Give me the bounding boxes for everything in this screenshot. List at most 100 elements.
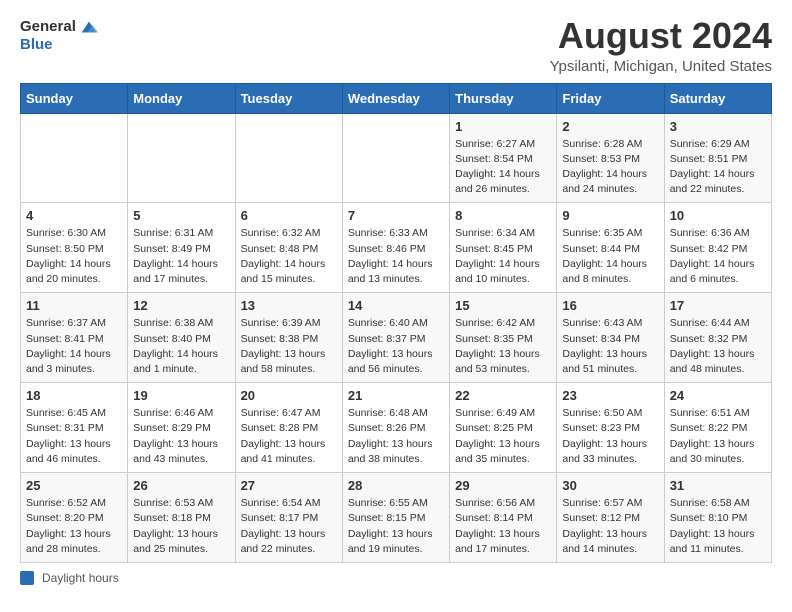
subtitle: Ypsilanti, Michigan, United States [550, 58, 772, 75]
day-info: Sunrise: 6:52 AMSunset: 8:20 PMDaylight:… [26, 496, 122, 557]
day-number: 18 [26, 388, 122, 403]
day-number: 11 [26, 298, 122, 313]
day-number: 1 [455, 119, 551, 134]
day-info: Sunrise: 6:30 AMSunset: 8:50 PMDaylight:… [26, 226, 122, 287]
calendar-cell: 11 Sunrise: 6:37 AMSunset: 8:41 PMDayligh… [21, 293, 128, 383]
calendar-cell: 13 Sunrise: 6:39 AMSunset: 8:38 PMDayligh… [235, 293, 342, 383]
day-info: Sunrise: 6:57 AMSunset: 8:12 PMDaylight:… [562, 496, 658, 557]
title-block: August 2024 Ypsilanti, Michigan, United … [550, 16, 772, 75]
calendar-cell: 10Sunrise: 6:36 AMSunset: 8:42 PMDayligh… [664, 203, 771, 293]
calendar-cell: 20Sunrise: 6:47 AMSunset: 8:28 PMDayligh… [235, 383, 342, 473]
day-info: Sunrise: 6:35 AMSunset: 8:44 PMDaylight:… [562, 226, 658, 287]
day-info: Sunrise: 6:34 AMSunset: 8:45 PMDaylight:… [455, 226, 551, 287]
day-number: 16 [562, 298, 658, 313]
calendar-cell: 15Sunrise: 6:42 AMSunset: 8:35 PMDayligh… [450, 293, 557, 383]
calendar-week-row: 1 Sunrise: 6:27 AMSunset: 8:54 PMDaylight… [21, 113, 772, 203]
day-info: Sunrise: 6:48 AMSunset: 8:26 PMDaylight:… [348, 406, 444, 467]
day-number: 28 [348, 478, 444, 493]
day-info: Sunrise: 6:33 AMSunset: 8:46 PMDaylight:… [348, 226, 444, 287]
day-number: 9 [562, 208, 658, 223]
calendar-header-cell: Saturday [664, 83, 771, 113]
calendar-cell: 5 Sunrise: 6:31 AMSunset: 8:49 PMDaylight… [128, 203, 235, 293]
calendar-cell [21, 113, 128, 203]
calendar-cell: 21Sunrise: 6:48 AMSunset: 8:26 PMDayligh… [342, 383, 449, 473]
calendar-cell: 8 Sunrise: 6:34 AMSunset: 8:45 PMDaylight… [450, 203, 557, 293]
calendar-cell: 17 Sunrise: 6:44 AMSunset: 8:32 PMDayligh… [664, 293, 771, 383]
day-info: Sunrise: 6:29 AMSunset: 8:51 PMDaylight:… [670, 137, 766, 198]
logo-icon [78, 16, 100, 38]
calendar-cell: 2Sunrise: 6:28 AMSunset: 8:53 PMDaylight… [557, 113, 664, 203]
calendar-cell [128, 113, 235, 203]
header: General Blue August 2024 Ypsilanti, Mich… [20, 16, 772, 75]
calendar-cell: 24Sunrise: 6:51 AMSunset: 8:22 PMDayligh… [664, 383, 771, 473]
calendar-cell: 28Sunrise: 6:55 AMSunset: 8:15 PMDayligh… [342, 473, 449, 563]
day-number: 13 [241, 298, 337, 313]
day-info: Sunrise: 6:56 AMSunset: 8:14 PMDaylight:… [455, 496, 551, 557]
day-info: Sunrise: 6:32 AMSunset: 8:48 PMDaylight:… [241, 226, 337, 287]
calendar-cell: 7 Sunrise: 6:33 AMSunset: 8:46 PMDaylight… [342, 203, 449, 293]
day-info: Sunrise: 6:36 AMSunset: 8:42 PMDaylight:… [670, 226, 766, 287]
legend-color-box [20, 571, 34, 585]
calendar-header-cell: Friday [557, 83, 664, 113]
calendar-cell: 19 Sunrise: 6:46 AMSunset: 8:29 PMDayligh… [128, 383, 235, 473]
calendar-cell: 18 Sunrise: 6:45 AMSunset: 8:31 PMDayligh… [21, 383, 128, 473]
calendar-cell: 30Sunrise: 6:57 AMSunset: 8:12 PMDayligh… [557, 473, 664, 563]
legend: Daylight hours [20, 571, 772, 585]
day-info: Sunrise: 6:58 AMSunset: 8:10 PMDaylight:… [670, 496, 766, 557]
day-number: 12 [133, 298, 229, 313]
day-info: Sunrise: 6:53 AMSunset: 8:18 PMDaylight:… [133, 496, 229, 557]
calendar-header-row: SundayMondayTuesdayWednesdayThursdayFrid… [21, 83, 772, 113]
calendar-header-cell: Sunday [21, 83, 128, 113]
day-number: 14 [348, 298, 444, 313]
day-info: Sunrise: 6:45 AMSunset: 8:31 PMDaylight:… [26, 406, 122, 467]
calendar-cell: 26 Sunrise: 6:53 AMSunset: 8:18 PMDayligh… [128, 473, 235, 563]
calendar-cell: 9 Sunrise: 6:35 AMSunset: 8:44 PMDaylight… [557, 203, 664, 293]
day-number: 22 [455, 388, 551, 403]
day-info: Sunrise: 6:43 AMSunset: 8:34 PMDaylight:… [562, 316, 658, 377]
calendar-cell: 22Sunrise: 6:49 AMSunset: 8:25 PMDayligh… [450, 383, 557, 473]
day-number: 7 [348, 208, 444, 223]
calendar-cell: 25Sunrise: 6:52 AMSunset: 8:20 PMDayligh… [21, 473, 128, 563]
calendar-cell: 27Sunrise: 6:54 AMSunset: 8:17 PMDayligh… [235, 473, 342, 563]
day-number: 19 [133, 388, 229, 403]
calendar-cell: 29 Sunrise: 6:56 AMSunset: 8:14 PMDayligh… [450, 473, 557, 563]
day-number: 4 [26, 208, 122, 223]
logo-blue-text: Blue [20, 36, 53, 54]
day-number: 3 [670, 119, 766, 134]
day-info: Sunrise: 6:39 AMSunset: 8:38 PMDaylight:… [241, 316, 337, 377]
logo-general-text: General [20, 18, 76, 36]
calendar-cell [342, 113, 449, 203]
day-info: Sunrise: 6:51 AMSunset: 8:22 PMDaylight:… [670, 406, 766, 467]
day-info: Sunrise: 6:37 AMSunset: 8:41 PMDaylight:… [26, 316, 122, 377]
day-number: 31 [670, 478, 766, 493]
day-info: Sunrise: 6:44 AMSunset: 8:32 PMDaylight:… [670, 316, 766, 377]
day-info: Sunrise: 6:27 AMSunset: 8:54 PMDaylight:… [455, 137, 551, 198]
calendar-cell [235, 113, 342, 203]
calendar-cell: 1 Sunrise: 6:27 AMSunset: 8:54 PMDaylight… [450, 113, 557, 203]
day-info: Sunrise: 6:42 AMSunset: 8:35 PMDaylight:… [455, 316, 551, 377]
calendar-week-row: 25Sunrise: 6:52 AMSunset: 8:20 PMDayligh… [21, 473, 772, 563]
day-number: 6 [241, 208, 337, 223]
day-number: 5 [133, 208, 229, 223]
day-info: Sunrise: 6:31 AMSunset: 8:49 PMDaylight:… [133, 226, 229, 287]
day-number: 29 [455, 478, 551, 493]
calendar-header-cell: Tuesday [235, 83, 342, 113]
day-number: 8 [455, 208, 551, 223]
calendar-body: 1 Sunrise: 6:27 AMSunset: 8:54 PMDaylight… [21, 113, 772, 562]
calendar-table: SundayMondayTuesdayWednesdayThursdayFrid… [20, 83, 772, 563]
calendar-cell: 6 Sunrise: 6:32 AMSunset: 8:48 PMDaylight… [235, 203, 342, 293]
calendar-cell: 16 Sunrise: 6:43 AMSunset: 8:34 PMDayligh… [557, 293, 664, 383]
day-number: 17 [670, 298, 766, 313]
calendar-cell: 12 Sunrise: 6:38 AMSunset: 8:40 PMDayligh… [128, 293, 235, 383]
legend-label: Daylight hours [42, 571, 119, 585]
calendar-cell: 31 Sunrise: 6:58 AMSunset: 8:10 PMDayligh… [664, 473, 771, 563]
calendar-header-cell: Wednesday [342, 83, 449, 113]
logo: General Blue [20, 16, 100, 54]
day-info: Sunrise: 6:47 AMSunset: 8:28 PMDaylight:… [241, 406, 337, 467]
day-number: 26 [133, 478, 229, 493]
day-number: 2 [562, 119, 658, 134]
day-info: Sunrise: 6:46 AMSunset: 8:29 PMDaylight:… [133, 406, 229, 467]
calendar-week-row: 4 Sunrise: 6:30 AMSunset: 8:50 PMDaylight… [21, 203, 772, 293]
calendar-cell: 23Sunrise: 6:50 AMSunset: 8:23 PMDayligh… [557, 383, 664, 473]
day-info: Sunrise: 6:38 AMSunset: 8:40 PMDaylight:… [133, 316, 229, 377]
